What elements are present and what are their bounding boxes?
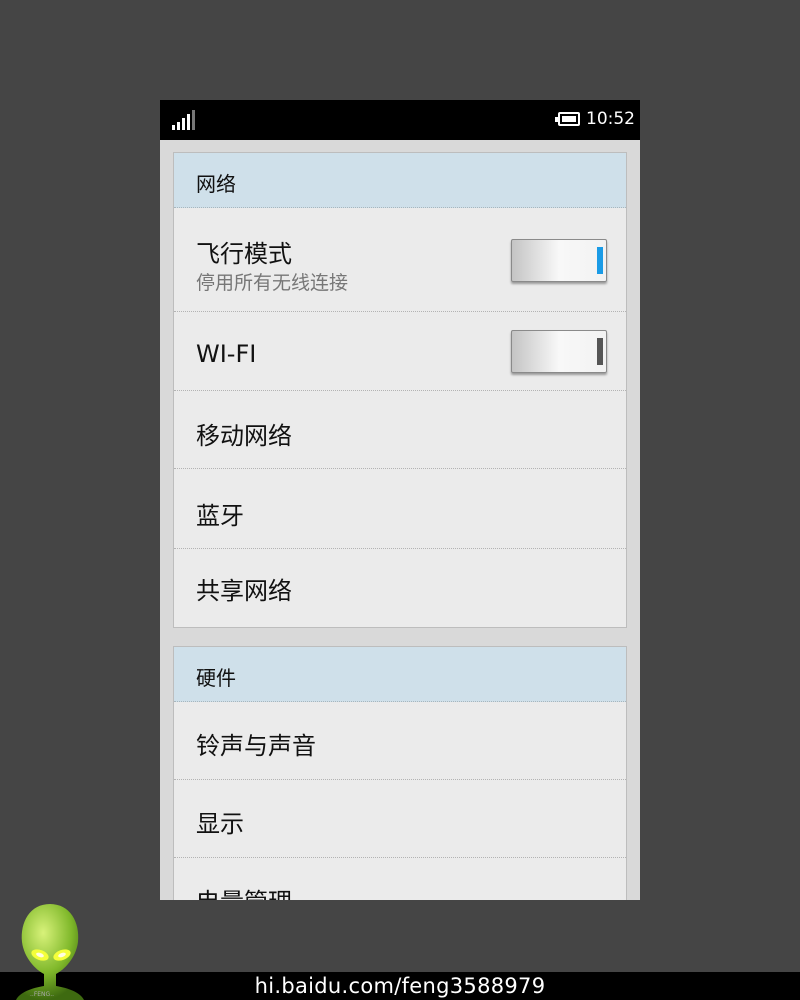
watermark-logo-tag: ..FENG.. xyxy=(30,991,55,998)
section-header-hardware: 硬件 xyxy=(174,647,626,702)
wifi-toggle[interactable] xyxy=(511,330,607,373)
phone-screen: 10:52 网络 飞行模式 停用所有无线连接 WI-FI 移动网络 蓝牙 共享网… xyxy=(160,100,640,900)
settings-item-wifi[interactable]: WI-FI xyxy=(174,312,626,391)
section-header-network: 网络 xyxy=(174,153,626,208)
settings-item-ringtone-sound[interactable]: 铃声与声音 xyxy=(174,702,626,780)
status-time: 10:52 xyxy=(586,109,635,129)
settings-item-bluetooth[interactable]: 蓝牙 xyxy=(174,469,626,549)
toggle-indicator xyxy=(597,338,603,365)
status-bar: 10:52 xyxy=(160,100,640,140)
airplane-mode-toggle[interactable] xyxy=(511,239,607,282)
network-section: 网络 飞行模式 停用所有无线连接 WI-FI 移动网络 蓝牙 共享网络 xyxy=(173,152,627,628)
alien-head-icon xyxy=(16,904,84,1000)
settings-item-label: 蓝牙 xyxy=(196,502,244,530)
settings-item-label: 电量管理 xyxy=(196,882,292,900)
settings-item-airplane-mode[interactable]: 飞行模式 停用所有无线连接 xyxy=(174,208,626,312)
settings-item-description: 停用所有无线连接 xyxy=(196,272,349,294)
battery-icon xyxy=(555,112,580,126)
settings-item-label: 铃声与声音 xyxy=(196,732,316,760)
settings-item-label: 显示 xyxy=(196,810,244,838)
settings-item-mobile-network[interactable]: 移动网络 xyxy=(174,391,626,469)
toggle-indicator xyxy=(597,247,603,274)
settings-item-label: WI-FI xyxy=(196,340,257,368)
settings-item-power-management[interactable]: 电量管理 xyxy=(174,858,626,900)
settings-item-label: 移动网络 xyxy=(196,422,292,450)
settings-item-display[interactable]: 显示 xyxy=(174,780,626,858)
settings-item-tethering[interactable]: 共享网络 xyxy=(174,549,626,627)
hardware-section: 硬件 铃声与声音 显示 电量管理 xyxy=(173,646,627,900)
settings-item-label: 飞行模式 xyxy=(196,240,292,268)
section-header-label: 网络 xyxy=(196,172,236,196)
watermark-url: hi.baidu.com/feng3588979 xyxy=(254,974,546,998)
settings-item-label: 共享网络 xyxy=(196,577,292,605)
section-header-label: 硬件 xyxy=(196,666,236,690)
signal-strength-icon xyxy=(172,110,196,130)
